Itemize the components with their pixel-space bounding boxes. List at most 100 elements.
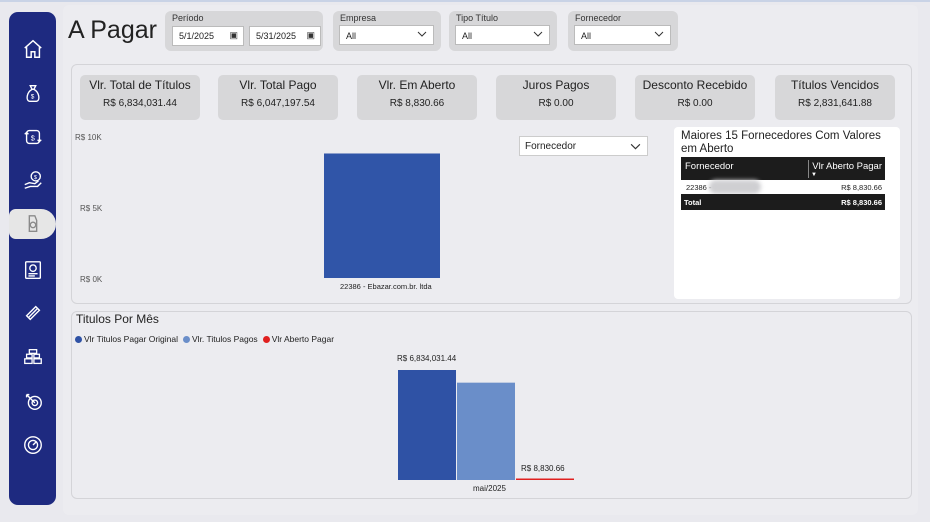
filter-fornecedor: Fornecedor All [568, 11, 678, 51]
column-separator [808, 160, 809, 178]
column-header-valor[interactable]: Vlr Aberto Pagar [812, 161, 882, 172]
tipo-titulo-value: All [462, 31, 473, 41]
kpi-card-em-aberto: Vlr. Em Aberto R$ 8,830.66 [357, 75, 477, 120]
x-category-label: 22386 - Ebazar.com.br. ltda [340, 282, 432, 291]
filter-periodo-label: Período [172, 13, 204, 23]
kpi-card-total-pago: Vlr. Total Pago R$ 6,047,197.54 [218, 75, 338, 120]
cell-fornecedor: 22386 - [686, 183, 712, 192]
chevron-down-icon [630, 143, 641, 150]
filter-empresa: Empresa All [333, 11, 441, 51]
x-category-label: mai/2025 [473, 484, 506, 493]
end-date-value: 5/31/2025 [256, 31, 297, 41]
supplier-dropdown[interactable]: Fornecedor [519, 136, 648, 156]
svg-text:$: $ [30, 94, 34, 101]
svg-text:$: $ [33, 175, 36, 181]
top-suppliers-table-panel: Maiores 15 Fornecedores Com Valores em A… [674, 127, 900, 299]
tipo-titulo-select[interactable]: All [455, 25, 550, 45]
kpi-value: R$ 0.00 [538, 98, 574, 109]
table-header: Fornecedor Vlr Aberto Pagar ▼ [681, 157, 885, 180]
sidebar: $ $ $ [9, 12, 56, 505]
nav-cash-cycle[interactable]: $ [15, 122, 50, 152]
money-bag-icon: $ [25, 84, 40, 102]
data-label-aberto: R$ 8,830.66 [521, 464, 565, 473]
nav-home[interactable] [15, 34, 50, 64]
kpi-value: R$ 0.00 [677, 98, 713, 109]
nav-gauge[interactable] [15, 430, 50, 460]
legend-item[interactable]: Vlr Aberto Pagar [262, 334, 335, 344]
filter-tipo-titulo-label: Tipo Título [456, 13, 499, 23]
cash-pile-icon [23, 349, 42, 365]
target-icon [25, 393, 42, 410]
payment-icon [28, 215, 37, 233]
filter-periodo: Período 5/1/2025 ▣ 5/31/2025 ▣ [165, 11, 323, 51]
kpi-card-titulos-vencidos: Títulos Vencidos R$ 2,831,641.88 [775, 75, 895, 120]
kpi-value: R$ 6,047,197.54 [241, 98, 315, 109]
sort-desc-icon: ▼ [811, 172, 817, 178]
kpi-label: Desconto Recebido [642, 78, 748, 92]
legend-label: Vlr. Titulos Pagos [192, 334, 258, 344]
kpi-value: R$ 2,831,641.88 [798, 98, 872, 109]
nav-bill[interactable] [15, 255, 50, 285]
end-date-input[interactable]: 5/31/2025 ▣ [249, 26, 321, 46]
y-tick-label: R$ 0K [80, 275, 103, 284]
nav-payments-active[interactable] [9, 209, 56, 239]
kpi-card-juros-pagos: Juros Pagos R$ 0.00 [496, 75, 616, 120]
cell-valor: R$ 8,830.66 [841, 183, 882, 192]
chart-legend: Vlr Titulos Pagar Original Vlr. Titulos … [75, 334, 337, 344]
nav-hand-coin[interactable]: $ [15, 165, 50, 195]
table-row[interactable]: 22386 - R$ 8,830.66 [681, 180, 885, 194]
table-title: Maiores 15 Fornecedores Com Valores em A… [681, 130, 881, 155]
legend-item[interactable]: Vlr Titulos Pagar Original [75, 334, 178, 344]
kpi-card-total-titulos: Vlr. Total de Títulos R$ 6,834,031.44 [80, 75, 200, 120]
filter-fornecedor-label: Fornecedor [575, 13, 622, 23]
kpi-label: Vlr. Total de Títulos [89, 78, 191, 92]
empresa-value: All [346, 31, 357, 41]
column-header-fornecedor[interactable]: Fornecedor [685, 161, 734, 172]
table-total-row: Total R$ 8,830.66 [681, 194, 885, 210]
legend-label: Vlr Aberto Pagar [271, 334, 335, 344]
nav-target[interactable] [15, 386, 50, 416]
nav-coin-stack[interactable] [15, 298, 50, 328]
legend-label: Vlr Titulos Pagar Original [84, 334, 179, 344]
calendar-icon[interactable]: ▣ [306, 30, 315, 41]
cash-cycle-icon: $ [23, 129, 42, 145]
kpi-value: R$ 6,834,031.44 [103, 98, 177, 109]
kpi-label: Títulos Vencidos [790, 78, 880, 92]
coin-stack-icon [25, 305, 40, 321]
kpi-card-desconto-recebido: Desconto Recebido R$ 0.00 [635, 75, 755, 120]
kpi-label: Vlr. Total Pago [239, 78, 317, 92]
chevron-down-icon [417, 31, 427, 37]
filter-tipo-titulo: Tipo Título All [449, 11, 557, 51]
redacted-name-blur [709, 180, 761, 194]
fornecedor-value: All [581, 31, 592, 41]
top-accent-line [0, 0, 930, 2]
chevron-down-icon [533, 31, 543, 37]
bill-icon [24, 261, 41, 279]
y-tick-label: R$ 10K [75, 133, 102, 142]
legend-dot [183, 335, 191, 343]
home-icon [23, 39, 42, 58]
legend-item[interactable]: Vlr. Titulos Pagos [183, 334, 258, 344]
monthly-chart-title: Titulos Por Mês [76, 312, 159, 326]
supplier-dropdown-value: Fornecedor [525, 141, 577, 152]
calendar-icon[interactable]: ▣ [229, 30, 238, 41]
nav-cash-pile[interactable] [15, 342, 50, 372]
hand-coin-icon: $ [23, 171, 42, 189]
empresa-select[interactable]: All [339, 25, 434, 45]
kpi-label: Juros Pagos [522, 78, 590, 92]
filter-empresa-label: Empresa [340, 13, 377, 23]
chevron-down-icon [654, 31, 664, 37]
kpi-label: Vlr. Em Aberto [378, 78, 456, 92]
y-tick-label: R$ 5K [80, 204, 103, 213]
gauge-icon [23, 436, 42, 454]
total-value: R$ 8,830.66 [841, 198, 882, 207]
start-date-input[interactable]: 5/1/2025 ▣ [172, 26, 244, 46]
nav-money-bag[interactable]: $ [15, 78, 50, 108]
kpi-value: R$ 8,830.66 [389, 98, 445, 109]
page-title: A Pagar [68, 16, 157, 44]
data-label-original: R$ 6,834,031.44 [397, 354, 457, 363]
svg-text:$: $ [30, 134, 34, 143]
legend-dot [262, 335, 270, 343]
fornecedor-select[interactable]: All [574, 25, 671, 45]
legend-dot [75, 335, 82, 343]
